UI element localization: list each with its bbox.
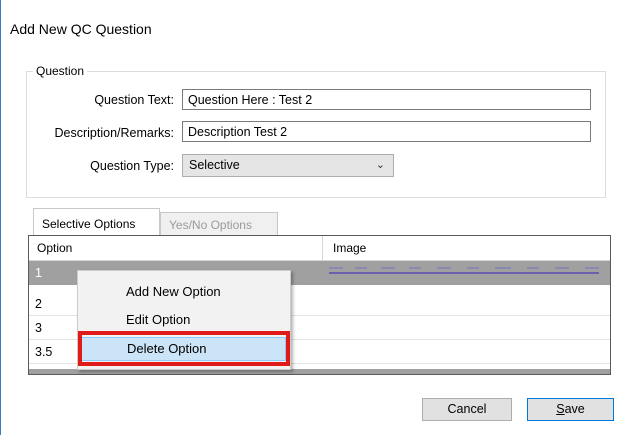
highlight-annotation-box bbox=[78, 331, 290, 366]
save-button[interactable]: Save bbox=[527, 398, 614, 421]
tab-selective-options[interactable]: Selective Options bbox=[33, 208, 160, 235]
column-separator bbox=[322, 236, 323, 260]
save-button-label: ave bbox=[564, 402, 585, 416]
cancel-button-label: Cancel bbox=[447, 402, 487, 416]
row-option-value: 2 bbox=[35, 297, 42, 311]
tab-yes-no-options[interactable]: Yes/No Options bbox=[160, 212, 278, 237]
question-type-label: Question Type: bbox=[90, 159, 174, 173]
tab-yes-no-options-label: Yes/No Options bbox=[169, 218, 252, 232]
question-text-label: Question Text: bbox=[94, 93, 174, 107]
question-group-legend: Question bbox=[36, 64, 85, 78]
grid-header: Option Image bbox=[29, 236, 610, 261]
row-option-value: 1 bbox=[35, 266, 42, 280]
window-left-border bbox=[0, 0, 1, 435]
menu-item-label: Add New Option bbox=[126, 284, 221, 299]
dialog-title: Add New QC Question bbox=[10, 21, 152, 37]
row-option-value: 3 bbox=[35, 321, 42, 335]
option-image-thumbnail bbox=[323, 263, 610, 279]
column-header-option[interactable]: Option bbox=[37, 241, 72, 255]
column-header-image[interactable]: Image bbox=[333, 241, 366, 255]
question-type-value: Selective bbox=[189, 158, 240, 172]
question-type-select[interactable]: Selective ⌄ bbox=[182, 154, 394, 177]
chevron-down-icon: ⌄ bbox=[375, 159, 385, 171]
save-mnemonic: S bbox=[556, 402, 565, 416]
description-label: Description/Remarks: bbox=[54, 126, 174, 140]
menu-item-label: Edit Option bbox=[126, 312, 191, 327]
description-field[interactable] bbox=[182, 121, 591, 142]
menu-item-edit-option[interactable]: Edit Option bbox=[78, 308, 290, 332]
cancel-button[interactable]: Cancel bbox=[422, 398, 512, 421]
question-text-field[interactable] bbox=[182, 89, 591, 110]
tab-selective-options-label: Selective Options bbox=[42, 217, 136, 231]
row-option-value: 3.5 bbox=[35, 345, 53, 359]
menu-item-add-new-option[interactable]: Add New Option bbox=[78, 280, 290, 304]
